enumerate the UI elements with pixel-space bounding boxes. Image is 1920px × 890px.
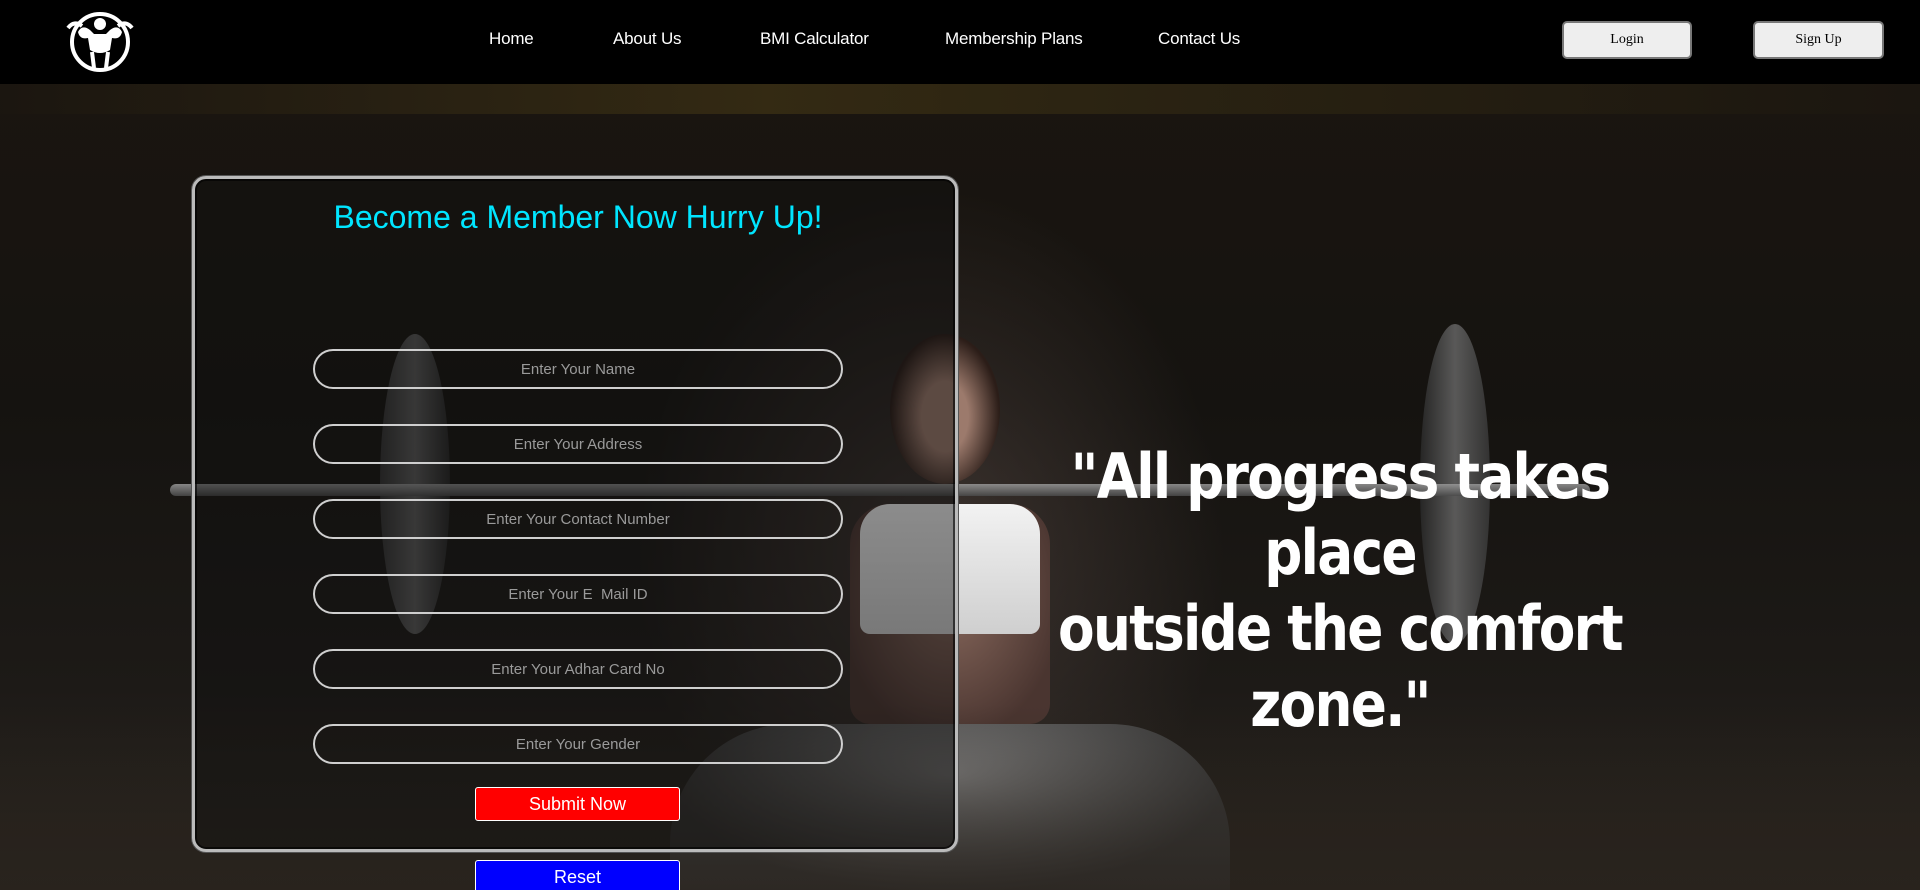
nav-about-us[interactable]: About Us bbox=[613, 29, 682, 49]
motivational-quote: "All progress takes place outside the co… bbox=[1030, 439, 1649, 743]
submit-button[interactable]: Submit Now bbox=[475, 787, 680, 821]
signup-button[interactable]: Sign Up bbox=[1753, 21, 1884, 59]
reset-button[interactable]: Reset bbox=[475, 860, 680, 890]
hero-background-band bbox=[0, 84, 1920, 114]
nav-bmi-calculator[interactable]: BMI Calculator bbox=[760, 29, 869, 49]
adhar-card-input[interactable] bbox=[313, 649, 843, 689]
nav-home[interactable]: Home bbox=[489, 29, 534, 49]
login-button[interactable]: Login bbox=[1562, 21, 1692, 59]
contact-number-input[interactable] bbox=[313, 499, 843, 539]
navbar: Home About Us BMI Calculator Membership … bbox=[0, 0, 1920, 84]
gender-input[interactable] bbox=[313, 724, 843, 764]
email-input[interactable] bbox=[313, 574, 843, 614]
quote-line-1: "All progress takes place bbox=[1070, 440, 1611, 589]
hero-section: Become a Member Now Hurry Up! Submit Now… bbox=[0, 84, 1920, 890]
nav-contact-us[interactable]: Contact Us bbox=[1158, 29, 1240, 49]
membership-form: Become a Member Now Hurry Up! Submit Now… bbox=[192, 176, 958, 890]
address-input[interactable] bbox=[313, 424, 843, 464]
quote-line-2: outside the comfort zone." bbox=[1058, 592, 1624, 741]
nav-membership-plans[interactable]: Membership Plans bbox=[945, 29, 1083, 49]
form-title: Become a Member Now Hurry Up! bbox=[333, 199, 823, 235]
name-input[interactable] bbox=[313, 349, 843, 389]
